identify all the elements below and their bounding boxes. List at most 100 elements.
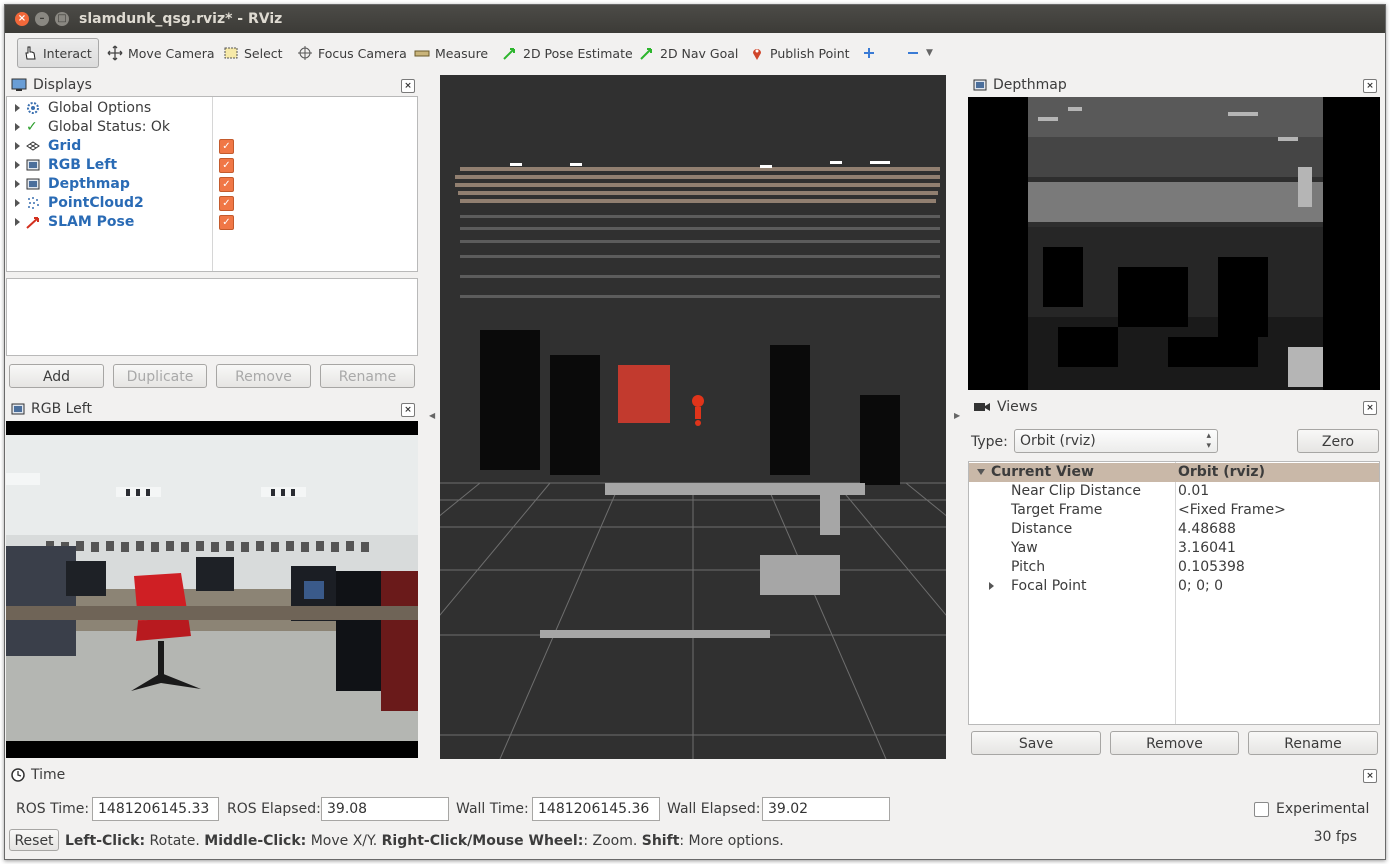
view-type-label: Type: [971, 434, 1008, 450]
expand-arrow-icon[interactable] [15, 122, 20, 131]
yaw-value[interactable]: 3.16041 [1178, 540, 1236, 556]
expand-arrow-icon[interactable] [15, 103, 20, 112]
views-title: Views [997, 399, 1038, 415]
fps-indicator: 30 fps [1313, 829, 1357, 845]
grid-checkbox[interactable]: ✓ [219, 139, 234, 154]
rgb-left-panel: RGB Left × [5, 399, 419, 759]
display-item-rgb-left[interactable]: RGB Left [7, 155, 117, 174]
status-hint: Left-Click: Rotate. Middle-Click: Move X… [65, 833, 784, 849]
nav-goal-label: 2D Nav Goal [660, 45, 739, 61]
display-item-pointcloud2[interactable]: PointCloud2 [7, 193, 144, 212]
expand-arrow-icon[interactable] [989, 582, 994, 590]
close-icon[interactable]: × [401, 79, 415, 93]
remove-display-button[interactable]: Remove [216, 364, 311, 388]
publish-point-tool-button[interactable]: Publish Point [745, 38, 854, 68]
view-type-select[interactable]: Orbit (rviz) ▴ ▾ [1014, 429, 1218, 453]
slam-pose-checkbox[interactable]: ✓ [219, 215, 234, 230]
reset-button[interactable]: Reset [9, 829, 59, 851]
pose-estimate-label: 2D Pose Estimate [523, 45, 633, 61]
image-icon [11, 403, 25, 415]
time-panel: Time × ROS Time: 1481206145.33 ROS Elaps… [5, 763, 1385, 825]
focal-point-value[interactable]: 0; 0; 0 [1178, 578, 1223, 594]
display-item-slam-pose[interactable]: SLAM Pose [7, 212, 134, 231]
depthmap-panel: Depthmap × [967, 75, 1381, 391]
pitch-label: Pitch [1011, 559, 1046, 575]
expand-arrow-icon[interactable] [15, 160, 20, 169]
ros-time-field[interactable]: 1481206145.33 [92, 797, 219, 821]
status-hint-text: : More options. [679, 833, 784, 849]
move-camera-tool-button[interactable]: Move Camera [103, 38, 219, 68]
grid-icon [26, 140, 40, 151]
close-icon[interactable]: × [1363, 769, 1377, 783]
red-arrow-icon [26, 216, 39, 229]
clock-icon [11, 768, 25, 782]
add-tool-button[interactable] [857, 38, 881, 68]
close-icon[interactable]: × [1363, 401, 1377, 415]
depthmap-checkbox[interactable]: ✓ [219, 177, 234, 192]
display-item-label: Global Options [48, 99, 152, 116]
rename-display-button[interactable]: Rename [320, 364, 415, 388]
pointcloud2-checkbox[interactable]: ✓ [219, 196, 234, 211]
collapse-right-icon[interactable]: ▶ [954, 411, 960, 420]
remove-view-button[interactable]: Remove [1110, 731, 1239, 755]
display-item-depthmap[interactable]: Depthmap [7, 174, 130, 193]
expand-arrow-icon[interactable] [15, 141, 20, 150]
ros-elapsed-field[interactable]: 39.08 [321, 797, 449, 821]
distance-value[interactable]: 4.48688 [1178, 521, 1236, 537]
duplicate-display-button[interactable]: Duplicate [113, 364, 207, 388]
wall-elapsed-field[interactable]: 39.02 [762, 797, 890, 821]
remove-tool-button[interactable]: ▼ [901, 38, 937, 68]
rviz-window: × – □ slamdunk_qsg.rviz* - RViz Interact… [4, 4, 1386, 860]
close-icon[interactable]: × [401, 403, 415, 417]
window-close-button[interactable]: × [15, 12, 29, 26]
pitch-value[interactable]: 0.105398 [1178, 559, 1245, 575]
current-view-row[interactable]: Current View Orbit (rviz) [969, 463, 1379, 482]
display-item-global-status[interactable]: ✓ Global Status: Ok [7, 117, 170, 136]
expand-arrow-icon[interactable] [15, 179, 20, 188]
window-maximize-button[interactable]: □ [55, 12, 69, 26]
nav-goal-tool-button[interactable]: 2D Nav Goal [635, 38, 742, 68]
status-hint-text: : Zoom. [583, 833, 642, 849]
window-minimize-button[interactable]: – [35, 12, 49, 26]
close-icon[interactable]: × [1363, 79, 1377, 93]
select-tool-button[interactable]: Select [219, 38, 287, 68]
display-item-global-options[interactable]: Global Options [7, 98, 151, 117]
focus-camera-tool-button[interactable]: Focus Camera [293, 38, 411, 68]
status-hint-text: Rotate. [145, 833, 205, 849]
zero-button[interactable]: Zero [1297, 429, 1379, 453]
pose-estimate-tool-button[interactable]: 2D Pose Estimate [498, 38, 637, 68]
window-title: slamdunk_qsg.rviz* - RViz [79, 11, 283, 27]
3d-render-view[interactable] [440, 75, 946, 759]
views-panel: Views × Type: Orbit (rviz) ▴ ▾ Zero Curre… [967, 397, 1381, 759]
save-view-button[interactable]: Save [971, 731, 1101, 755]
interact-tool-button[interactable]: Interact [17, 38, 99, 68]
expand-arrow-icon[interactable] [15, 198, 20, 207]
plus-icon [864, 48, 874, 58]
yaw-label: Yaw [1011, 540, 1038, 556]
checkmark-icon: ✓ [26, 118, 38, 135]
rgb-left-checkbox[interactable]: ✓ [219, 158, 234, 173]
experimental-checkbox[interactable] [1254, 802, 1269, 817]
ros-elapsed-label: ROS Elapsed: [227, 801, 321, 817]
chevron-down-icon: ▼ [926, 48, 933, 58]
display-item-grid[interactable]: Grid [7, 136, 81, 155]
title-bar: × – □ slamdunk_qsg.rviz* - RViz [5, 5, 1385, 33]
views-header: Views [967, 397, 1381, 417]
add-display-button[interactable]: Add [9, 364, 104, 388]
ros-time-label: ROS Time: [16, 801, 90, 817]
wall-elapsed-label: Wall Elapsed: [667, 801, 761, 817]
near-clip-value[interactable]: 0.01 [1178, 483, 1209, 499]
image-icon [26, 178, 40, 189]
target-frame-value[interactable]: <Fixed Frame> [1178, 502, 1286, 518]
expand-arrow-icon[interactable] [15, 217, 20, 226]
camera-icon [974, 403, 990, 411]
collapse-arrow-icon[interactable] [977, 469, 985, 475]
rename-view-button[interactable]: Rename [1248, 731, 1378, 755]
column-divider [212, 97, 213, 271]
collapse-left-icon[interactable]: ◀ [429, 411, 435, 420]
gear-icon [27, 101, 39, 114]
wall-time-field[interactable]: 1481206145.36 [532, 797, 660, 821]
measure-tool-button[interactable]: Measure [410, 38, 492, 68]
map-pin-icon [753, 49, 761, 60]
wall-time-label: Wall Time: [456, 801, 529, 817]
